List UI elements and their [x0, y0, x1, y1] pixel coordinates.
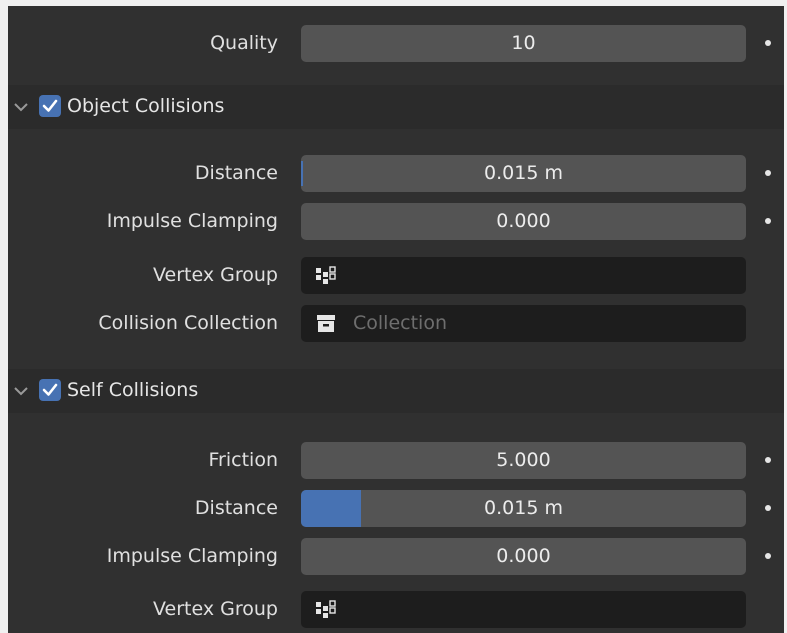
friction-keyframe-dot-icon[interactable] [765, 457, 771, 463]
self-impulse-keyframe-dot-icon[interactable] [765, 553, 771, 559]
quality-value: 10 [511, 32, 536, 54]
object-impulse-row: Impulse Clamping 0.000 [8, 201, 784, 241]
friction-label: Friction [208, 449, 278, 471]
object-distance-value: 0.015 m [484, 162, 563, 184]
quality-label: Quality [210, 32, 278, 54]
object-collisions-header[interactable]: Object Collisions [8, 85, 784, 129]
self-impulse-field[interactable]: 0.000 [301, 538, 746, 575]
object-distance-label: Distance [194, 162, 278, 184]
friction-row: Friction 5.000 [8, 440, 784, 480]
collection-box-icon [317, 315, 335, 332]
object-vertex-group-field[interactable] [301, 257, 746, 294]
object-impulse-keyframe-dot-icon[interactable] [765, 218, 771, 224]
collision-collection-placeholder: Collection [353, 312, 447, 334]
object-distance-row: Distance 0.015 m [8, 153, 784, 193]
self-collisions-header[interactable]: Self Collisions [8, 369, 784, 413]
object-impulse-field[interactable]: 0.000 [301, 203, 746, 240]
self-distance-field[interactable]: 0.015 m [301, 490, 746, 527]
chevron-down-icon[interactable] [12, 98, 30, 116]
collision-collection-row: Collision Collection Collection [8, 303, 784, 343]
self-impulse-row: Impulse Clamping 0.000 [8, 536, 784, 576]
self-distance-value: 0.015 m [484, 497, 563, 519]
cloth-collisions-panel: Quality 10 Object Collisions Distance 0.… [8, 6, 784, 633]
left-edge [0, 0, 8, 633]
vertex-group-icon [316, 266, 336, 284]
collision-collection-field[interactable]: Collection [301, 305, 746, 342]
object-impulse-label: Impulse Clamping [106, 210, 278, 232]
self-collisions-checkbox[interactable] [39, 379, 61, 401]
checkmark-icon [42, 383, 58, 396]
object-vertex-group-row: Vertex Group [8, 255, 784, 295]
self-impulse-value: 0.000 [496, 545, 551, 567]
object-vertex-group-label: Vertex Group [153, 264, 278, 286]
object-distance-field[interactable]: 0.015 m [301, 155, 746, 192]
self-distance-label: Distance [194, 497, 278, 519]
object-distance-keyframe-dot-icon[interactable] [765, 170, 771, 176]
object-impulse-value: 0.000 [496, 210, 551, 232]
collision-collection-label: Collision Collection [98, 312, 278, 334]
self-collisions-title: Self Collisions [67, 379, 199, 401]
vertex-group-icon [316, 600, 336, 618]
self-impulse-label: Impulse Clamping [106, 545, 278, 567]
checkmark-icon [42, 99, 58, 112]
quality-row: Quality 10 [8, 23, 784, 63]
self-vertex-group-row: Vertex Group [8, 589, 784, 629]
chevron-down-icon[interactable] [12, 382, 30, 400]
friction-value: 5.000 [496, 449, 551, 471]
quality-keyframe-dot-icon[interactable] [765, 40, 771, 46]
quality-field[interactable]: 10 [301, 25, 746, 62]
self-vertex-group-field[interactable] [301, 591, 746, 628]
object-collisions-checkbox[interactable] [39, 95, 61, 117]
self-distance-row: Distance 0.015 m [8, 488, 784, 528]
self-distance-keyframe-dot-icon[interactable] [765, 505, 771, 511]
object-collisions-title: Object Collisions [67, 95, 225, 117]
self-vertex-group-label: Vertex Group [153, 598, 278, 620]
friction-field[interactable]: 5.000 [301, 442, 746, 479]
